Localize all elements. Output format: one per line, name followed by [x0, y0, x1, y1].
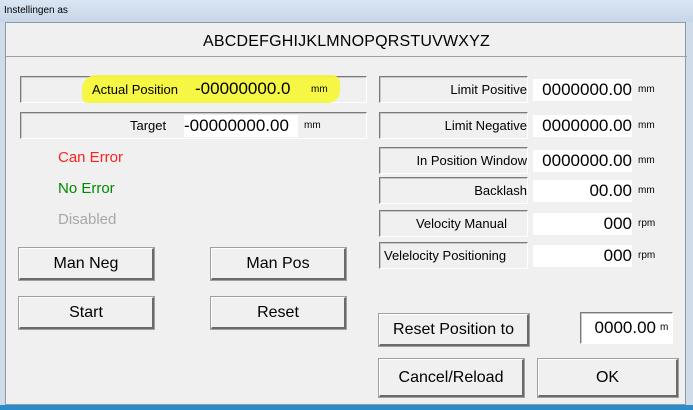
limit-negative-input[interactable]: 0000000.00	[533, 115, 632, 137]
ok-button[interactable]: OK	[538, 359, 678, 397]
target-label: Target	[130, 118, 167, 133]
velocity-manual-unit: rpm	[638, 218, 656, 229]
reset-position-input[interactable]: 0000.00	[584, 317, 656, 339]
man-pos-button[interactable]: Man Pos	[211, 248, 346, 280]
velocity-positioning-input[interactable]: 000	[533, 245, 632, 267]
limit-positive-unit: mm	[638, 84, 655, 95]
backlash-label: Backlash	[474, 183, 527, 198]
settings-dialog: ABCDEFGHIJKLMNOPQRSTUVWXYZ Actual Positi…	[5, 22, 687, 405]
velocity-positioning-label: Velelocity Positioning	[384, 248, 507, 263]
reset-position-button[interactable]: Reset Position to	[379, 314, 529, 346]
window-title: Instellingen as	[0, 0, 693, 22]
man-neg-button[interactable]: Man Neg	[19, 248, 154, 280]
start-button[interactable]: Start	[19, 297, 154, 329]
in-position-window-label: In Position Window	[416, 153, 527, 168]
backlash-input[interactable]: 00.00	[533, 180, 632, 202]
axis-name-heading: ABCDEFGHIJKLMNOPQRSTUVWXYZ	[202, 33, 490, 50]
backlash-unit: mm	[638, 185, 655, 196]
actual-position-unit: mm	[311, 84, 328, 95]
no-error-status: No Error	[58, 180, 115, 197]
in-position-window-input[interactable]: 0000000.00	[533, 150, 632, 172]
heading-divider	[6, 56, 687, 57]
target-input[interactable]: -00000000.00	[184, 115, 298, 137]
disabled-status: Disabled	[58, 211, 117, 228]
taskbar-edge	[0, 405, 693, 410]
can-error-status: Can Error	[58, 149, 124, 166]
limit-positive-label: Limit Positive	[450, 82, 527, 97]
actual-position-value: -00000000.0	[195, 79, 291, 98]
limit-negative-unit: mm	[638, 120, 655, 131]
limit-positive-input[interactable]: 0000000.00	[533, 79, 632, 101]
velocity-manual-label: Velocity Manual	[415, 216, 507, 231]
cancel-reload-button[interactable]: Cancel/Reload	[379, 359, 524, 397]
velocity-positioning-unit: rpm	[638, 250, 656, 261]
target-unit: mm	[304, 120, 321, 131]
actual-position-label: Actual Position	[92, 82, 178, 97]
reset-button[interactable]: Reset	[211, 297, 346, 329]
in-position-window-unit: mm	[638, 155, 655, 166]
limit-negative-label: Limit Negative	[444, 118, 527, 133]
reset-position-unit: m	[660, 322, 669, 333]
velocity-manual-input[interactable]: 000	[533, 213, 632, 235]
